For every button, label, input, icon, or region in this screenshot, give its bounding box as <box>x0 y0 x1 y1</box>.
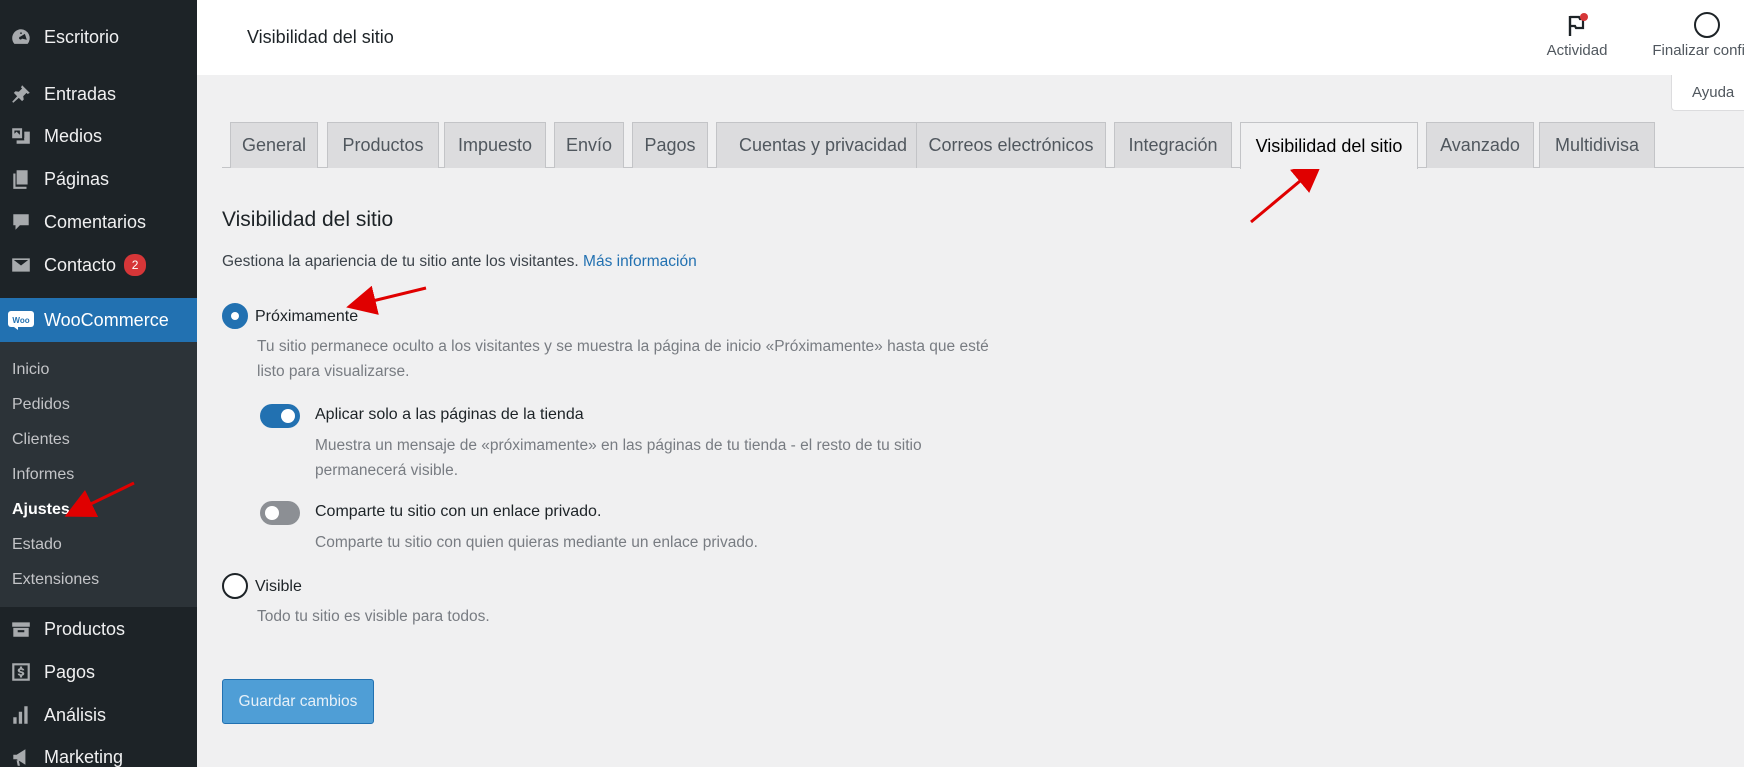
comments-icon <box>8 210 34 234</box>
tab-cuentas-privacidad[interactable]: Cuentas y privacidad <box>716 122 930 168</box>
tab-multidivisa[interactable]: Multidivisa <box>1539 122 1655 168</box>
submenu-item-estado[interactable]: Estado <box>12 536 62 554</box>
analytics-icon <box>8 703 34 727</box>
sidebar-item-label: WooCommerce <box>44 309 169 330</box>
notification-badge: 2 <box>124 254 147 276</box>
submenu-item-informes[interactable]: Informes <box>12 466 74 484</box>
tab-general[interactable]: General <box>230 122 318 168</box>
settings-tabs: General Productos Impuesto Envío Pagos C… <box>222 122 1744 169</box>
store-only-label: Aplicar solo a las páginas de la tienda <box>315 406 584 423</box>
tab-correos[interactable]: Correos electrónicos <box>916 122 1106 168</box>
finish-setup-label: Finalizar configu <box>1652 42 1744 59</box>
sidebar-item-label: Análisis <box>44 704 107 725</box>
intro-description: Gestiona la apariencia de tu sitio ante … <box>222 253 579 270</box>
sidebar-item-marketing[interactable]: Marketing <box>0 742 197 767</box>
page-header: Visibilidad del sitio Actividad Finaliza… <box>197 0 1744 75</box>
submenu-item-extensiones[interactable]: Extensiones <box>12 571 99 589</box>
flag-icon <box>1568 13 1588 36</box>
private-link-description: Comparte tu sitio con quien quieras medi… <box>315 534 758 551</box>
sidebar-item-contacto[interactable]: Contacto 2 <box>0 250 197 280</box>
visible-label: Visible <box>255 578 302 595</box>
arrow-to-tab <box>1250 162 1323 224</box>
sidebar-item-label: Escritorio <box>44 26 120 47</box>
sidebar-item-paginas[interactable]: Páginas <box>0 164 197 194</box>
progress-circle-icon <box>1694 12 1720 38</box>
visible-description: Todo tu sitio es visible para todos. <box>257 608 490 625</box>
sidebar-item-label: Marketing <box>44 746 124 767</box>
submenu-item-clientes[interactable]: Clientes <box>12 431 70 449</box>
sidebar-item-label: Entradas <box>44 83 117 104</box>
private-link-label: Comparte tu sitio con un enlace privado. <box>315 503 602 520</box>
tab-pagos[interactable]: Pagos <box>632 122 708 168</box>
pin-icon <box>8 82 34 106</box>
sidebar-item-escritorio[interactable]: Escritorio <box>0 22 197 52</box>
tab-productos[interactable]: Productos <box>327 122 439 168</box>
intro-text: Gestiona la apariencia de tu sitio ante … <box>222 253 697 271</box>
sidebar-item-woocommerce[interactable]: Woo WooCommerce <box>0 298 197 342</box>
megaphone-icon <box>8 745 34 767</box>
media-icon <box>8 124 34 148</box>
dashboard-icon <box>8 25 34 49</box>
coming-soon-radio[interactable] <box>222 303 248 329</box>
tab-avanzado[interactable]: Avanzado <box>1426 122 1534 168</box>
help-tab[interactable]: Ayuda <box>1671 75 1744 111</box>
sidebar-item-analisis[interactable]: Análisis <box>0 700 197 730</box>
coming-soon-description: Tu sitio permanece oculto a los visitant… <box>257 334 989 384</box>
toggle-knob <box>265 506 279 520</box>
sidebar-item-comentarios[interactable]: Comentarios <box>0 207 197 237</box>
coming-soon-label: Próximamente <box>255 308 359 325</box>
woo-logo-text: Woo <box>12 316 29 325</box>
sidebar-item-medios[interactable]: Medios <box>0 121 197 151</box>
store-only-desc-line2: permanecerá visible. <box>315 462 459 479</box>
activity-button[interactable]: Actividad <box>1527 10 1627 59</box>
payments-icon <box>8 660 34 684</box>
tab-envio[interactable]: Envío <box>554 122 624 168</box>
store-only-toggle[interactable] <box>260 404 300 428</box>
woocommerce-icon: Woo <box>8 308 34 332</box>
submenu-item-inicio[interactable]: Inicio <box>12 361 49 379</box>
tab-impuesto[interactable]: Impuesto <box>444 122 546 168</box>
mail-icon <box>8 253 34 277</box>
store-only-desc-line1: Muestra un mensaje de «próximamente» en … <box>315 437 922 454</box>
page-title: Visibilidad del sitio <box>247 27 394 47</box>
sidebar-item-label: Contacto <box>44 254 117 275</box>
tab-integracion[interactable]: Integración <box>1114 122 1232 168</box>
sidebar-item-entradas[interactable]: Entradas <box>0 79 197 109</box>
submenu-item-ajustes[interactable]: Ajustes <box>12 501 70 519</box>
private-link-toggle[interactable] <box>260 501 300 525</box>
sidebar-item-productos[interactable]: Productos <box>0 614 197 644</box>
sidebar-item-pagos[interactable]: Pagos <box>0 657 197 687</box>
coming-soon-desc-line2: listo para visualizarse. <box>257 363 410 380</box>
sidebar-item-label: Medios <box>44 125 103 146</box>
woocommerce-submenu: Inicio Pedidos Clientes Informes Ajustes… <box>0 342 197 607</box>
coming-soon-desc-line1: Tu sitio permanece oculto a los visitant… <box>257 338 989 355</box>
sidebar-item-label: Pagos <box>44 661 96 682</box>
store-only-description: Muestra un mensaje de «próximamente» en … <box>315 433 922 483</box>
admin-sidebar: Escritorio Entradas Medios Páginas Comen… <box>0 0 197 767</box>
sidebar-item-label: Comentarios <box>44 211 147 232</box>
tab-visibilidad[interactable]: Visibilidad del sitio <box>1240 122 1418 169</box>
save-changes-button[interactable]: Guardar cambios <box>222 679 374 724</box>
finish-setup-button[interactable]: Finalizar configu <box>1627 10 1744 59</box>
section-title: Visibilidad del sitio <box>222 208 394 231</box>
toggle-knob <box>281 409 295 423</box>
sidebar-item-label: Productos <box>44 618 126 639</box>
more-info-link[interactable]: Más información <box>583 253 697 270</box>
pages-icon <box>8 167 34 191</box>
products-icon <box>8 617 34 641</box>
visible-radio[interactable] <box>222 573 248 599</box>
submenu-item-pedidos[interactable]: Pedidos <box>12 396 70 414</box>
sidebar-item-label: Páginas <box>44 168 110 189</box>
arrow-to-coming-soon <box>346 285 427 315</box>
activity-label: Actividad <box>1546 42 1608 59</box>
